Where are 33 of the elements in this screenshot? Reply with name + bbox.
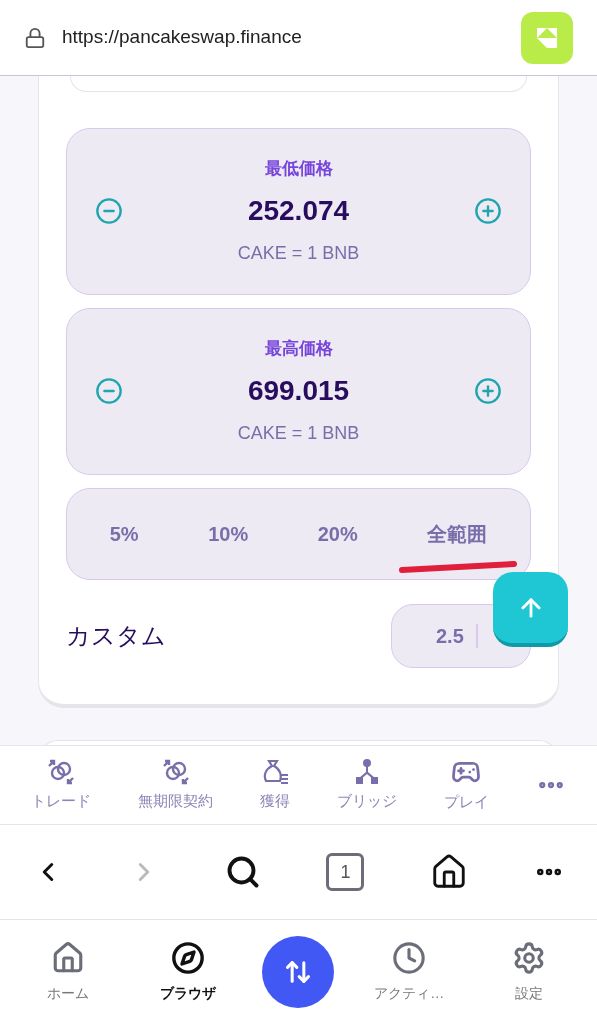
bottom-tab[interactable]: アクティ… (364, 940, 455, 1004)
scroll-top-button[interactable] (493, 572, 568, 647)
price-unit: CAKE = 1 BNB (237, 241, 360, 265)
preset-button[interactable]: 5% (97, 515, 151, 553)
nav-item[interactable]: プレイ (443, 756, 489, 814)
url-text[interactable]: https://pancakeswap.finance (62, 23, 505, 52)
nav-item[interactable]: トレード (31, 757, 92, 813)
bottom-tab[interactable]: ホーム (22, 940, 113, 1004)
increase-icon[interactable] (474, 196, 502, 225)
nav-item[interactable]: 獲得 (260, 757, 291, 813)
swap-circles-icon (47, 757, 76, 786)
clock-icon (392, 940, 427, 975)
price-label: 最低価格 (264, 158, 333, 181)
nav-item[interactable]: 無期限契約 (138, 757, 214, 813)
swap-circles-icon (161, 757, 190, 786)
swap-arrows-icon (284, 958, 313, 986)
price-value[interactable]: 699.015 (247, 369, 350, 412)
bottom-tab[interactable]: ブラウザ (142, 940, 233, 1004)
price-value[interactable]: 252.074 (247, 189, 350, 232)
price-label: 最高価格 (264, 338, 333, 361)
nav-item[interactable]: ブリッジ (336, 757, 397, 813)
increase-icon[interactable] (474, 376, 502, 405)
decrease-icon[interactable] (95, 376, 123, 405)
preset-button[interactable]: 20% (305, 515, 370, 553)
price-unit: CAKE = 1 BNB (237, 421, 360, 445)
custom-label: カスタム (66, 621, 166, 651)
preset-button[interactable]: 全範囲 (415, 515, 500, 553)
preset-button[interactable]: 10% (196, 515, 261, 553)
decrease-icon[interactable] (95, 196, 123, 225)
compass-icon (170, 940, 205, 975)
bottom-tab[interactable]: 設定 (484, 940, 575, 1004)
tab-count-button[interactable]: 1 (326, 853, 365, 891)
lock-icon (24, 26, 46, 49)
